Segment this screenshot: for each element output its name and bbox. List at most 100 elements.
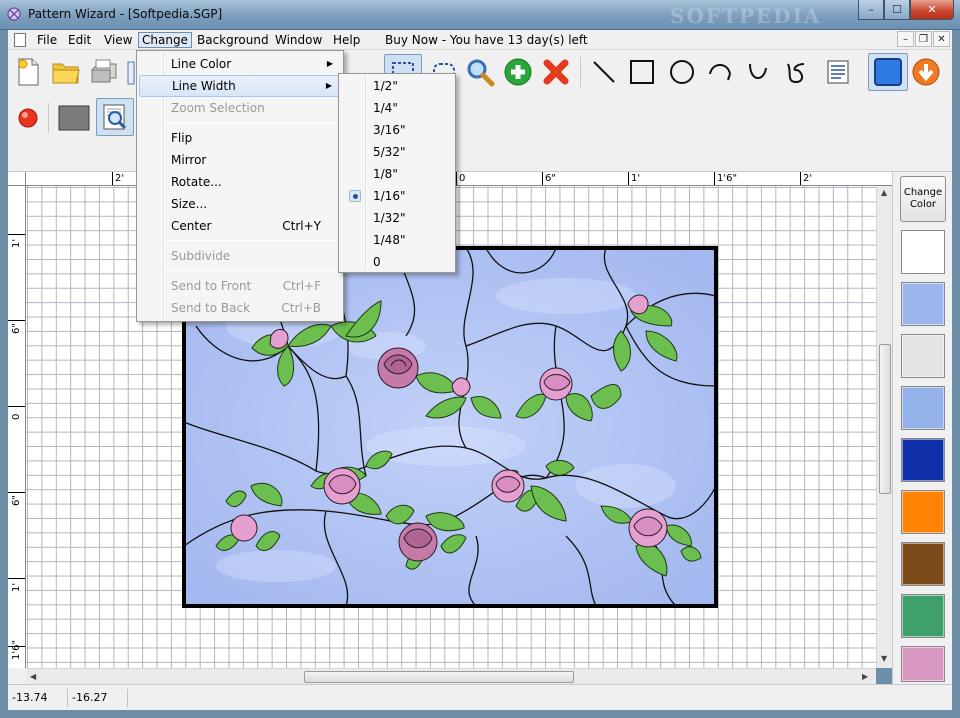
ruler-top-label: 2' — [112, 172, 124, 185]
line-width-option-selected[interactable]: 1/16" — [341, 185, 453, 207]
line-width-option[interactable]: 5/32" — [341, 141, 453, 163]
circle-tool-button[interactable] — [664, 54, 700, 90]
arc-tool-button[interactable] — [702, 54, 738, 90]
scroll-down-arrow-icon[interactable]: ▼ — [881, 654, 887, 663]
menu-view[interactable]: View — [101, 32, 135, 48]
maximize-button[interactable]: ☐ — [884, 0, 910, 20]
rose[interactable] — [323, 467, 361, 505]
toolbar-separator — [580, 57, 581, 87]
color-swatch[interactable] — [901, 594, 945, 638]
shortcut-label: Ctrl+Y — [282, 219, 321, 233]
curve-tool-button[interactable] — [740, 54, 776, 90]
menu-help[interactable]: Help — [330, 32, 363, 48]
rose[interactable] — [377, 347, 419, 389]
line-width-option[interactable]: 1/8" — [341, 163, 453, 185]
line-width-submenu: 1/2" 1/4" 3/16" 5/32" 1/8" 1/16" 1/32" 1… — [338, 73, 456, 273]
menu-change[interactable]: Change — [138, 32, 192, 48]
rose[interactable] — [491, 469, 525, 503]
color-fill-button[interactable] — [868, 53, 908, 91]
menu-file[interactable]: File — [34, 32, 60, 48]
toolbar-separator — [48, 103, 49, 133]
rose[interactable] — [230, 514, 258, 542]
color-swatch[interactable] — [901, 334, 945, 378]
ruler-top-label: 0 — [456, 172, 465, 185]
scroll-up-arrow-icon[interactable]: ▲ — [881, 188, 887, 197]
rose[interactable] — [628, 508, 668, 548]
menu-center[interactable]: Center Ctrl+Y — [139, 215, 341, 237]
menu-flip[interactable]: Flip — [139, 127, 341, 149]
open-file-button[interactable] — [48, 54, 84, 90]
document-icon[interactable] — [14, 33, 26, 47]
mdi-minimize-button[interactable]: – — [897, 31, 914, 47]
magnifier-icon — [467, 59, 495, 87]
change-color-button[interactable]: Change Color — [900, 176, 946, 222]
vertical-scroll-thumb[interactable] — [879, 344, 891, 494]
horizontal-scrollbar[interactable]: ◀ ▶ — [26, 668, 876, 684]
horizontal-scroll-thumb[interactable] — [304, 671, 574, 683]
zoom-view-button[interactable] — [96, 98, 134, 136]
line-width-option[interactable]: 0 — [341, 251, 453, 273]
record-button[interactable] — [10, 100, 46, 136]
buy-now-notice[interactable]: Buy Now - You have 13 day(s) left — [382, 32, 591, 48]
scroll-right-arrow-icon[interactable]: ▶ — [862, 672, 868, 681]
mdi-restore-button[interactable]: ❐ — [915, 31, 932, 47]
close-button[interactable]: ✕ — [910, 0, 954, 20]
submenu-arrow-icon: ▶ — [326, 59, 333, 68]
rose[interactable] — [539, 367, 573, 401]
new-file-button[interactable] — [10, 54, 46, 90]
change-menu-dropdown: Line Color ▶ Line Width ▶ Zoom Selection F… — [136, 50, 344, 322]
add-button[interactable] — [500, 54, 536, 90]
color-swatch[interactable] — [901, 542, 945, 586]
status-y-coordinate: -16.27 — [68, 689, 128, 707]
line-width-option[interactable]: 1/4" — [341, 97, 453, 119]
menu-subdivide: Subdivide — [171, 249, 231, 263]
color-swatch[interactable] — [901, 438, 945, 482]
menu-window[interactable]: Window — [272, 32, 325, 48]
download-button[interactable] — [908, 54, 944, 90]
menu-rotate[interactable]: Rotate... — [139, 171, 341, 193]
menu-line-color[interactable]: Line Color ▶ — [139, 53, 341, 75]
freehand-icon — [787, 63, 805, 84]
menu-size[interactable]: Size... — [139, 193, 341, 215]
plus-icon — [504, 58, 532, 86]
menu-zoom-selection: Zoom Selection — [171, 101, 265, 115]
download-arrow-icon — [912, 58, 940, 86]
print-button[interactable] — [86, 54, 122, 90]
rectangle-tool-button[interactable] — [624, 54, 660, 90]
zoom-page-icon — [103, 104, 127, 130]
menu-send-to-back: Send to Back Ctrl+B — [139, 297, 341, 319]
menu-background[interactable]: Background — [194, 32, 272, 48]
delete-button[interactable] — [538, 54, 574, 90]
color-swatch[interactable] — [901, 490, 945, 534]
freehand-tool-button[interactable] — [778, 54, 814, 90]
title-bar: Pattern Wizard - [Softpedia.SGP] SOFTPED… — [0, 0, 960, 30]
vertical-scrollbar[interactable]: ▲ ▼ — [876, 186, 892, 668]
scroll-left-arrow-icon[interactable]: ◀ — [30, 672, 36, 681]
line-width-option[interactable]: 1/48" — [341, 229, 453, 251]
curve-icon — [749, 63, 767, 79]
color-swatch[interactable] — [901, 230, 945, 274]
rose[interactable] — [451, 377, 471, 397]
mdi-close-button[interactable]: ✕ — [933, 31, 950, 47]
circle-icon — [670, 60, 694, 84]
line-width-option[interactable]: 3/16" — [341, 119, 453, 141]
zoom-button[interactable] — [462, 54, 498, 90]
line-width-option[interactable]: 1/2" — [341, 75, 453, 97]
folder-icon — [52, 63, 80, 84]
rose[interactable] — [398, 522, 438, 562]
menu-line-width[interactable]: Line Width ▶ — [139, 75, 341, 97]
text-properties-button[interactable] — [820, 54, 856, 90]
color-swatch[interactable] — [901, 646, 945, 682]
background-image-button[interactable] — [56, 100, 92, 136]
menu-mirror[interactable]: Mirror — [139, 149, 341, 171]
color-swatch[interactable] — [901, 386, 945, 430]
menu-edit[interactable]: Edit — [65, 32, 94, 48]
color-swatch[interactable] — [901, 282, 945, 326]
ruler-top-label: 2' — [800, 172, 812, 185]
line-tool-button[interactable] — [586, 54, 622, 90]
vertical-ruler: 1' 6" 0 6" 1' 1'6" — [8, 186, 26, 668]
line-width-option[interactable]: 1/32" — [341, 207, 453, 229]
status-bar: -13.74 -16.27 — [8, 684, 952, 710]
minimize-button[interactable]: – — [858, 0, 884, 20]
toolbar-partial-button[interactable] — [126, 54, 136, 90]
